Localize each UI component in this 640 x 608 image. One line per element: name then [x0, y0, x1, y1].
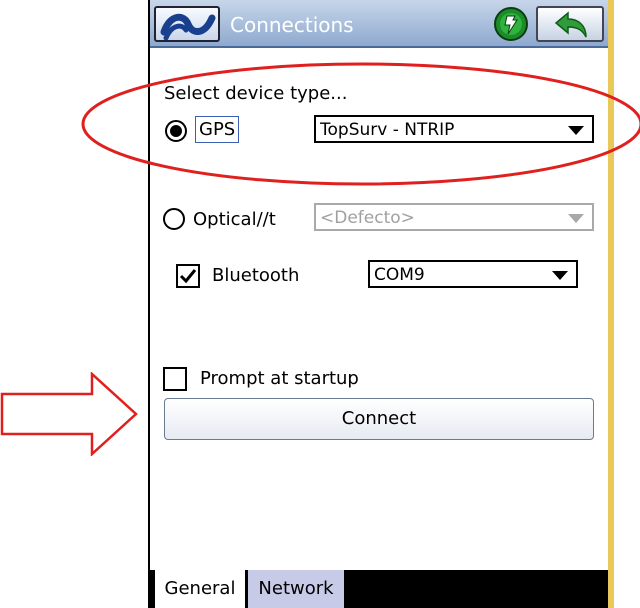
- prompt-startup-checkbox[interactable]: [163, 367, 187, 391]
- title-bar: Connections: [150, 0, 608, 48]
- optical-config-value: <Defecto>: [320, 208, 415, 228]
- bluetooth-label: Bluetooth: [212, 265, 300, 286]
- optical-config-select[interactable]: <Defecto>: [314, 203, 594, 231]
- dropdown-arrow-icon: [568, 214, 584, 223]
- optical-radio[interactable]: [163, 208, 185, 230]
- pointer-arrow-icon: [0, 372, 138, 456]
- tab-general[interactable]: General: [155, 570, 245, 608]
- prompt-startup-label: Prompt at startup: [200, 368, 359, 389]
- bluetooth-port-select[interactable]: COM9: [368, 260, 578, 288]
- dropdown-arrow-icon: [552, 271, 568, 280]
- back-arrow-icon: [554, 11, 587, 38]
- highlight-ellipse: [81, 62, 640, 186]
- app-logo-icon: [160, 13, 216, 40]
- bluetooth-port-value: COM9: [374, 265, 425, 285]
- app-menu-button[interactable]: [154, 6, 220, 42]
- window-title: Connections: [230, 13, 354, 37]
- globe-status-icon: [494, 7, 528, 41]
- status-button[interactable]: [490, 6, 532, 42]
- checkmark-icon: [179, 269, 197, 284]
- bluetooth-checkbox[interactable]: [176, 264, 200, 288]
- back-button[interactable]: [536, 6, 604, 42]
- tab-network[interactable]: Network: [248, 570, 344, 608]
- optical-label[interactable]: Optical//t: [193, 209, 276, 230]
- connect-button[interactable]: Connect: [164, 398, 594, 440]
